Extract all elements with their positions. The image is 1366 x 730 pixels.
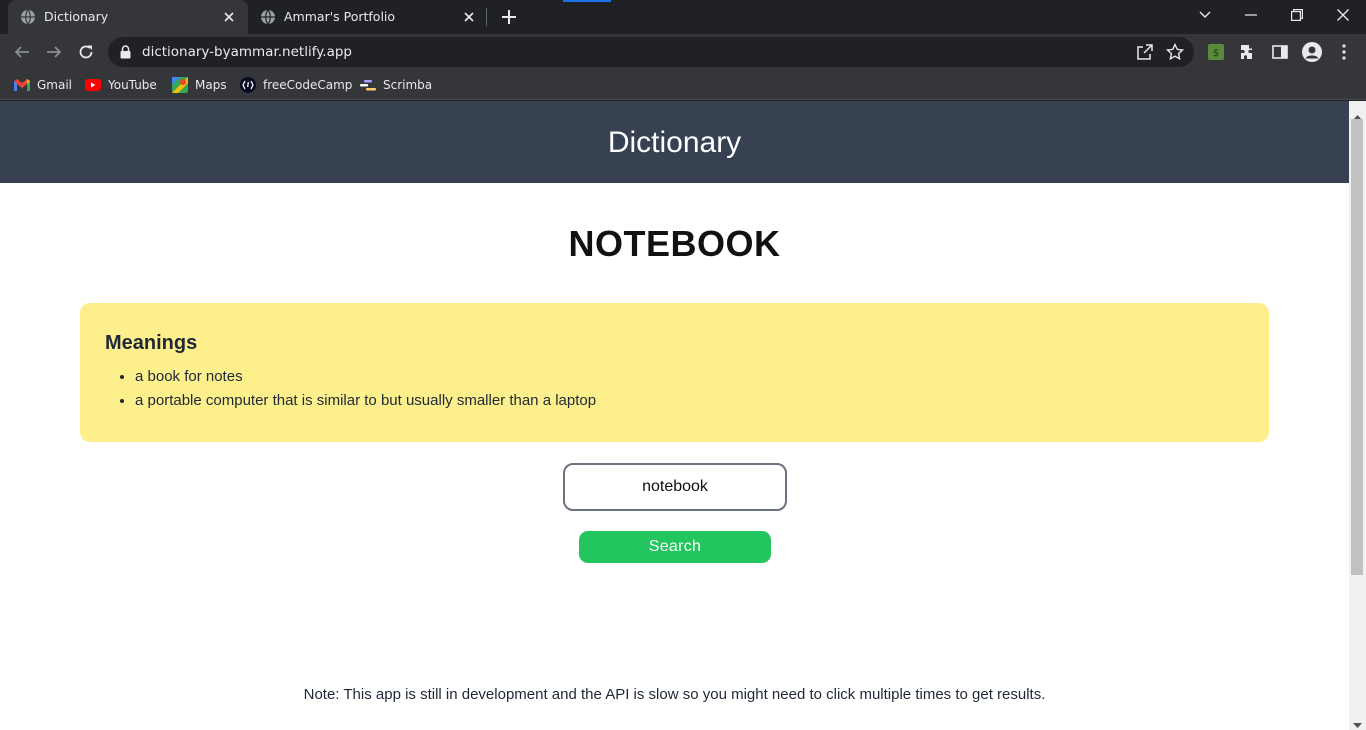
extension-button[interactable]: $ <box>1202 38 1230 66</box>
globe-icon <box>260 9 276 25</box>
minimize-button[interactable] <box>1228 0 1274 30</box>
freecodecamp-icon <box>240 77 256 93</box>
side-panel-icon <box>1272 45 1288 59</box>
restore-icon <box>1291 9 1303 21</box>
extension-dollar-icon: $ <box>1208 44 1224 60</box>
bookmark-star-icon[interactable] <box>1165 42 1185 65</box>
development-note: Note: This app is still in development a… <box>303 686 1046 703</box>
close-tab-icon[interactable] <box>460 8 478 26</box>
youtube-icon <box>85 77 101 93</box>
side-panel-button[interactable] <box>1266 38 1294 66</box>
bookmark-scrimba[interactable]: Scrimba <box>360 76 432 94</box>
meanings-heading: Meanings <box>105 332 198 354</box>
bookmarks-bar: Gmail YouTube Maps freeCodeCamp Scrimba <box>0 70 1366 100</box>
puzzle-icon <box>1241 45 1252 59</box>
bookmark-label: freeCodeCamp <box>263 78 353 92</box>
bookmark-gmail[interactable]: Gmail <box>14 76 72 94</box>
reload-icon <box>79 45 93 59</box>
extensions-button[interactable] <box>1234 38 1262 66</box>
app-header: Dictionary <box>0 101 1349 183</box>
maps-icon <box>172 77 188 93</box>
url-text[interactable]: dictionary-byammar.netlify.app <box>142 44 352 60</box>
close-window-button[interactable] <box>1320 0 1366 30</box>
search-input[interactable] <box>563 463 787 511</box>
svg-text:$: $ <box>1213 48 1219 59</box>
share-icon[interactable] <box>1136 43 1154 65</box>
address-bar[interactable]: dictionary-byammar.netlify.app <box>108 37 1194 67</box>
lock-icon[interactable] <box>120 44 131 63</box>
bookmark-youtube[interactable]: YouTube <box>85 76 157 94</box>
scrimba-icon <box>360 77 376 93</box>
tab-strip-indicator <box>563 0 611 2</box>
close-tab-icon[interactable] <box>220 8 238 26</box>
bookmark-label: YouTube <box>108 78 157 92</box>
list-item: a portable computer that is similar to b… <box>135 389 596 413</box>
search-button[interactable]: Search <box>579 531 771 563</box>
tab-title: Ammar's Portfolio <box>284 9 396 24</box>
plus-icon <box>502 10 516 24</box>
new-tab-button[interactable] <box>498 6 520 28</box>
restore-button[interactable] <box>1274 0 1320 30</box>
bookmark-label: Gmail <box>37 78 73 92</box>
close-icon <box>1337 9 1349 21</box>
bookmark-label: Maps <box>195 78 227 92</box>
tab-dictionary[interactable]: Dictionary <box>8 0 248 34</box>
reload-button[interactable] <box>72 38 100 66</box>
word-heading: NOTEBOOK <box>568 223 781 264</box>
back-button[interactable] <box>8 38 36 66</box>
bookmark-freecodecamp[interactable]: freeCodeCamp <box>240 76 352 94</box>
tab-strip: Dictionary Ammar's Portfolio <box>0 0 1366 34</box>
browser-toolbar: dictionary-byammar.netlify.app $ <box>0 34 1366 70</box>
minimize-icon <box>1245 14 1257 16</box>
kebab-menu-icon <box>1342 44 1346 60</box>
globe-icon <box>20 9 36 25</box>
gmail-icon <box>14 77 30 93</box>
page-scrollbar[interactable] <box>1349 101 1366 730</box>
bookmark-label: Scrimba <box>383 78 433 92</box>
menu-button[interactable] <box>1330 38 1358 66</box>
arrow-right-icon <box>47 46 62 58</box>
page-viewport: Dictionary NOTEBOOK Meanings a book for … <box>0 101 1349 730</box>
scroll-down-arrow-icon[interactable] <box>1353 714 1362 730</box>
app-title: Dictionary <box>607 125 742 159</box>
forward-button[interactable] <box>40 38 68 66</box>
tab-title: Dictionary <box>44 9 109 24</box>
chevron-down-icon <box>1199 11 1211 18</box>
arrow-left-icon <box>14 46 29 58</box>
tab-search-button[interactable] <box>1182 0 1228 30</box>
tab-ammars-portfolio[interactable]: Ammar's Portfolio <box>248 0 488 34</box>
scrollbar-thumb[interactable] <box>1351 119 1363 575</box>
profile-button[interactable] <box>1298 38 1326 66</box>
tab-divider <box>486 8 487 26</box>
avatar-icon <box>1302 42 1322 62</box>
meanings-list: a book for notes a portable computer tha… <box>135 365 596 413</box>
bookmark-maps[interactable]: Maps <box>172 76 227 94</box>
meanings-card: Meanings a book for notes a portable com… <box>80 303 1269 442</box>
list-item: a book for notes <box>135 365 596 389</box>
